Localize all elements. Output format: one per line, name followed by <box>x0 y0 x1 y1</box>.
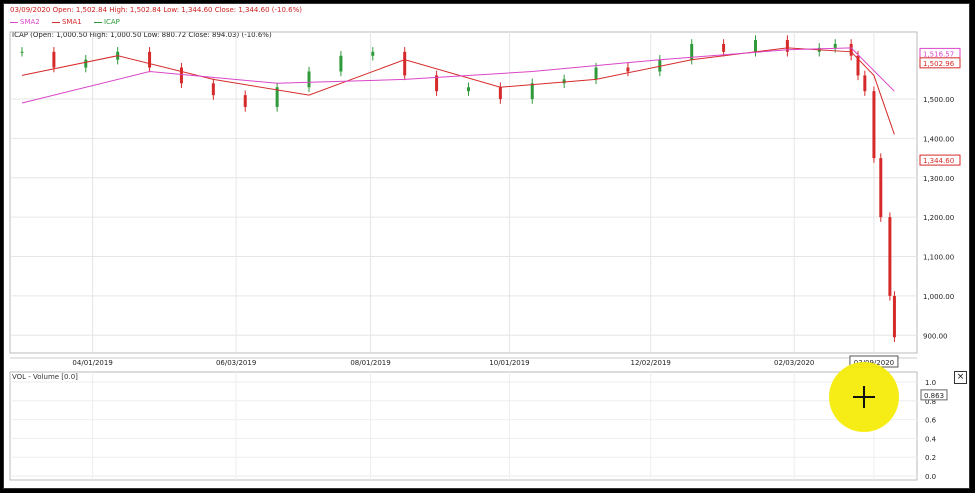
volume-panel-title: VOL - Volume [0.0] <box>12 373 78 381</box>
x-tick-label: 02/03/2020 <box>774 359 814 367</box>
y-tick-label: 1,500.00 <box>923 96 954 104</box>
volume-y-tick-label: 0.6 <box>925 417 937 425</box>
candle-body <box>594 67 598 80</box>
sma2-value-tag: 1,516.57 <box>923 50 954 58</box>
price-panel-border <box>9 31 918 354</box>
candle-body <box>872 91 876 159</box>
volume-y-tick-label: 0.2 <box>925 454 936 462</box>
x-tick-label: 08/01/2019 <box>350 359 390 367</box>
x-tick-label: 06/03/2019 <box>216 359 256 367</box>
candle-body <box>626 67 630 72</box>
y-tick-label: 1,000.00 <box>923 293 954 301</box>
candle-body <box>892 295 896 338</box>
crosshair-cursor-icon <box>853 386 875 408</box>
candle-body <box>498 87 502 100</box>
volume-y-tick-label: 0.4 <box>925 435 937 443</box>
y-tick-label: 1,300.00 <box>923 175 954 183</box>
candle-body <box>211 83 215 96</box>
candle-body <box>371 51 375 56</box>
candle-body <box>562 79 566 84</box>
volume-marker-label: 0.863 <box>924 392 944 400</box>
close-value-tag: 1,344.60 <box>923 157 954 165</box>
candle-body <box>148 51 152 68</box>
y-tick-label: 1,400.00 <box>923 135 954 143</box>
x-tick-label: 12/02/2019 <box>631 359 671 367</box>
x-tick-label: 04/01/2019 <box>72 359 112 367</box>
candle-body <box>849 43 853 56</box>
candle-body <box>722 43 726 52</box>
candle-body <box>888 217 892 296</box>
candle-body <box>879 158 883 218</box>
candle-body <box>753 40 757 52</box>
x-tick-label: 10/01/2019 <box>489 359 529 367</box>
candle-body <box>833 43 837 48</box>
candle-body <box>466 87 470 92</box>
y-tick-label: 900.00 <box>923 332 948 340</box>
volume-y-tick-label: 1.0 <box>925 379 936 387</box>
price-chart[interactable]: 900.00 1,000.00 1,100.00 1,200.00 1,300.00 1,… <box>0 0 975 493</box>
candle-body <box>403 51 407 76</box>
candle-body <box>84 59 88 68</box>
candle-body <box>179 67 183 84</box>
close-volume-panel-button[interactable]: × <box>954 371 967 384</box>
candle-body <box>863 75 867 92</box>
candle-body <box>243 95 247 107</box>
candle-body <box>339 55 343 72</box>
volume-panel-border <box>9 371 918 481</box>
candle-body <box>307 71 311 88</box>
candle-body <box>20 51 24 53</box>
sma1-line <box>21 47 895 135</box>
sma1-value-tag: 1,502.96 <box>923 60 955 68</box>
y-tick-label: 1,100.00 <box>923 254 954 262</box>
candle-body <box>530 83 534 100</box>
y-tick-label: 1,200.00 <box>923 214 954 222</box>
candle-body <box>52 51 56 68</box>
volume-y-tick-label: 0.0 <box>925 473 936 481</box>
